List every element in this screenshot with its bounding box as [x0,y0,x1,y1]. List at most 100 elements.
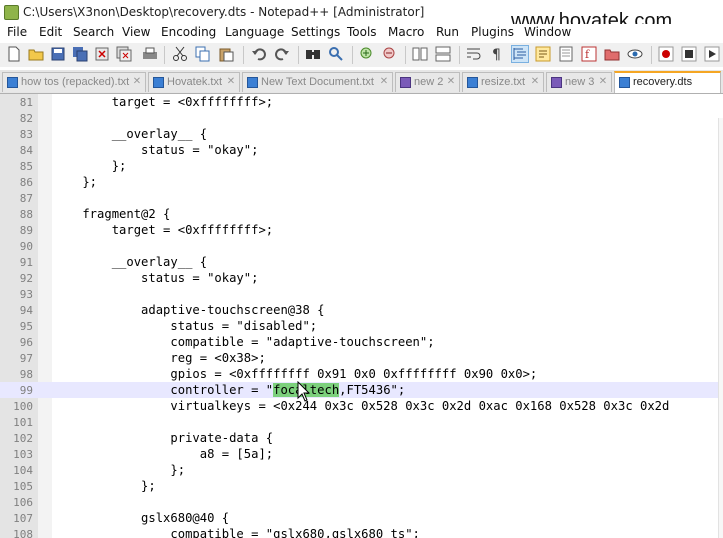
tab-new-3[interactable]: new 3 ✕ [546,72,612,92]
record-macro-icon[interactable] [658,46,674,62]
code-editor[interactable]: 81 target = <0xffffffff>; 82 83 __overla… [0,94,723,538]
line-number: 94 [19,304,33,317]
menu-run[interactable]: Run [436,25,459,39]
sync-horizontal-icon[interactable] [435,46,451,62]
code-line[interactable]: 107 gslx680@40 { [0,510,723,526]
line-number: 90 [19,240,33,253]
notepadpp-app-icon[interactable] [4,5,19,20]
close-all-icon[interactable] [116,46,132,62]
tab-resize[interactable]: resize.txt ✕ [462,72,544,92]
code-line[interactable]: 81 target = <0xffffffff>; [0,94,723,110]
code-line[interactable]: 100 virtualkeys = <0x244 0x3c 0x528 0x3c… [0,398,723,414]
menu-edit[interactable]: Edit [39,25,62,39]
menu-plugins[interactable]: Plugins [471,25,514,39]
code-line[interactable]: 95 status = "disabled"; [0,318,723,334]
monitoring-icon[interactable] [627,46,643,62]
code-text: fragment@2 { [53,207,171,221]
function-list-icon[interactable]: f [581,46,597,62]
user-lang-icon[interactable] [535,46,551,62]
save-icon[interactable] [50,46,66,62]
close-tab-icon[interactable]: ✕ [132,77,142,87]
vertical-scrollbar-edge[interactable] [718,118,723,538]
cut-icon[interactable] [172,46,188,62]
menu-macro[interactable]: Macro [388,25,424,39]
zoom-in-icon[interactable] [359,46,375,62]
show-all-chars-icon[interactable]: ¶ [489,46,505,62]
find-icon[interactable] [305,46,321,62]
menu-language[interactable]: Language [225,25,284,39]
code-line[interactable]: 98 gpios = <0xffffffff 0x91 0x0 0xffffff… [0,366,723,382]
close-tab-icon[interactable]: ✕ [226,77,236,87]
line-number: 106 [13,496,33,509]
line-number: 95 [19,320,33,333]
close-tab-icon[interactable]: ✕ [598,77,608,87]
doc-map-icon[interactable] [558,46,574,62]
code-line[interactable]: 101 [0,414,723,430]
code-line[interactable]: 96 compatible = "adaptive-touchscreen"; [0,334,723,350]
code-line[interactable]: 102 private-data { [0,430,723,446]
code-line[interactable]: 103 a8 = [5a]; [0,446,723,462]
word-wrap-icon[interactable] [466,46,482,62]
tab-recovery-dts[interactable]: recovery.dts [614,71,721,93]
code-line[interactable]: 94 adaptive-touchscreen@38 { [0,302,723,318]
tab-hovatek[interactable]: Hovatek.txt ✕ [148,72,240,92]
play-macro-icon[interactable] [704,46,720,62]
indent-guide-icon[interactable] [511,45,529,63]
code-line[interactable]: 83 __overlay__ { [0,126,723,142]
current-code-line[interactable]: 99 controller = "focaltech,FT5436"; [0,382,723,398]
code-line[interactable]: 92 status = "okay"; [0,270,723,286]
code-line[interactable]: 86 }; [0,174,723,190]
code-text: status = "disabled"; [53,319,318,333]
menu-tools[interactable]: Tools [347,25,377,39]
code-line[interactable]: 93 [0,286,723,302]
save-all-icon[interactable] [72,46,88,62]
tab-how-tos[interactable]: how tos (repacked).txt ✕ [2,72,146,92]
code-line[interactable]: 88 fragment@2 { [0,206,723,222]
folder-workspace-icon[interactable] [604,46,620,62]
replace-icon[interactable] [328,46,344,62]
close-file-icon[interactable] [94,46,110,62]
print-icon[interactable] [142,46,158,62]
redo-icon[interactable] [274,46,290,62]
menu-view[interactable]: View [122,25,150,39]
tab-new-2[interactable]: new 2 ✕ [395,72,460,92]
code-line[interactable]: 108 compatible = "gslx680,gslx680_ts"; [0,526,723,538]
line-number: 97 [19,352,33,365]
code-text: __overlay__ { [53,255,208,269]
code-line[interactable]: 97 reg = <0x38>; [0,350,723,366]
code-line[interactable]: 89 target = <0xffffffff>; [0,222,723,238]
code-line[interactable]: 91 __overlay__ { [0,254,723,270]
code-line[interactable]: 82 [0,110,723,126]
code-line[interactable]: 87 [0,190,723,206]
line-number: 81 [19,96,33,109]
code-line[interactable]: 106 [0,494,723,510]
menu-file[interactable]: File [7,25,27,39]
mouse-pointer-icon [297,381,311,402]
paste-icon[interactable] [218,46,234,62]
code-text: controller = "focaltech,FT5436"; [53,383,405,397]
menu-window[interactable]: Window [524,25,571,39]
line-number: 103 [13,448,33,461]
menu-search[interactable]: Search [73,25,114,39]
menu-settings[interactable]: Settings [291,25,340,39]
menu-encoding[interactable]: Encoding [161,25,216,39]
stop-macro-icon[interactable] [681,46,697,62]
close-tab-icon[interactable]: ✕ [379,77,389,87]
close-tab-icon[interactable]: ✕ [446,77,456,87]
code-line[interactable]: 84 status = "okay"; [0,142,723,158]
close-tab-icon[interactable]: ✕ [530,77,540,87]
code-line[interactable]: 105 }; [0,478,723,494]
code-line[interactable]: 90 [0,238,723,254]
line-number: 96 [19,336,33,349]
new-file-icon[interactable] [6,46,22,62]
file-icon [467,77,478,88]
copy-icon[interactable] [195,46,211,62]
tab-new-text-document[interactable]: New Text Document.txt ✕ [242,72,393,92]
undo-icon[interactable] [251,46,267,62]
code-text: adaptive-touchscreen@38 { [53,303,325,317]
sync-vertical-icon[interactable] [412,46,428,62]
zoom-out-icon[interactable] [382,46,398,62]
open-folder-icon[interactable] [28,46,44,62]
code-line[interactable]: 104 }; [0,462,723,478]
code-line[interactable]: 85 }; [0,158,723,174]
